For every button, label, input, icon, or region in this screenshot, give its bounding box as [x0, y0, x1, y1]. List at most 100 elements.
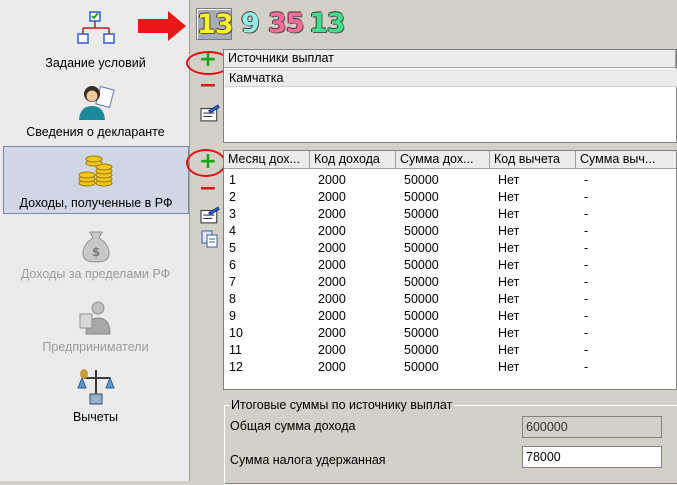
table-cell: 2	[229, 190, 236, 204]
tab-13-ndfl[interactable]: 13	[196, 8, 234, 40]
table-cell: 2000	[318, 224, 346, 238]
person-icon	[78, 85, 115, 120]
table-cell: Нет	[498, 258, 520, 272]
sidebar-item-label: Вычеты	[72, 410, 119, 424]
table-cell: 7	[229, 275, 236, 289]
sidebar: Задание условий Сведения о декларанте До…	[0, 0, 190, 481]
table-cell: 10	[229, 326, 243, 340]
svg-text:$: $	[91, 245, 99, 259]
table-cell: Нет	[498, 190, 520, 204]
table-cell: -	[584, 275, 589, 289]
tab-strip	[191, 0, 677, 44]
table-cell: -	[584, 258, 589, 272]
table-cell: 5	[229, 241, 236, 255]
sidebar-item-income-rf[interactable]: Доходы, полученные в РФ	[3, 146, 189, 214]
table-row[interactable]: 11 2000 50000 Нет -	[224, 342, 676, 359]
table-cell: 50000	[404, 173, 439, 187]
edit-income-button[interactable]	[199, 206, 221, 224]
column-header-income-code[interactable]: Код дохода	[310, 151, 396, 169]
table-cell: 50000	[404, 360, 439, 374]
table-row[interactable]: 2 2000 50000 Нет -	[224, 189, 676, 206]
tab-35[interactable]: 35	[268, 8, 305, 40]
remove-source-button[interactable]: −	[197, 75, 219, 97]
table-cell: Нет	[498, 173, 520, 187]
table-cell: Нет	[498, 292, 520, 306]
table-cell: 50000	[404, 275, 439, 289]
money-bag-icon: $	[81, 231, 110, 263]
table-cell: -	[584, 241, 589, 255]
sources-column-header[interactable]: Источники выплат	[224, 50, 676, 68]
table-cell: -	[584, 173, 589, 187]
table-cell: Нет	[498, 224, 520, 238]
table-cell: 2000	[318, 309, 346, 323]
table-cell: -	[584, 343, 589, 357]
tax-withheld-input[interactable]: 78000	[522, 446, 662, 468]
sidebar-item-label: Доходы за пределами РФ	[20, 267, 171, 281]
table-row[interactable]: 1 2000 50000 Нет -	[224, 172, 676, 189]
tax-withheld-label: Сумма налога удержанная	[230, 453, 386, 467]
table-row[interactable]: 10 2000 50000 Нет -	[224, 325, 676, 342]
table-cell: Нет	[498, 343, 520, 357]
totals-group: Итоговые суммы по источнику выплат Общая…	[220, 395, 677, 485]
table-cell: 50000	[404, 343, 439, 357]
table-row[interactable]: 6 2000 50000 Нет -	[224, 257, 676, 274]
table-cell: 50000	[404, 207, 439, 221]
tab-13-second[interactable]: 13	[309, 8, 346, 40]
table-row[interactable]: 8 2000 50000 Нет -	[224, 291, 676, 308]
table-row[interactable]: 9 2000 50000 Нет -	[224, 308, 676, 325]
sources-list: Источники выплат Камчатка	[223, 49, 677, 143]
remove-income-button[interactable]: −	[197, 178, 219, 200]
totals-legend: Итоговые суммы по источнику выплат	[229, 398, 455, 412]
edit-source-button[interactable]	[199, 104, 221, 122]
table-cell: 50000	[404, 309, 439, 323]
highlight-circle	[186, 149, 226, 177]
table-cell: Нет	[498, 326, 520, 340]
sidebar-item-label: Предприниматели	[42, 340, 149, 354]
sidebar-item-income-abroad[interactable]: $ Доходы за пределами РФ	[3, 222, 188, 286]
table-cell: 2000	[318, 241, 346, 255]
table-cell: -	[584, 224, 589, 238]
table-cell: 3	[229, 207, 236, 221]
scales-icon	[76, 369, 115, 405]
sidebar-item-label: Задание условий	[45, 56, 146, 70]
column-header-deduction-code[interactable]: Код вычета	[490, 151, 576, 169]
column-header-income-sum[interactable]: Сумма дох...	[396, 151, 490, 169]
table-cell: 12	[229, 360, 243, 374]
table-cell: 2000	[318, 190, 346, 204]
table-cell: 2000	[318, 343, 346, 357]
table-cell: 50000	[404, 292, 439, 306]
list-item[interactable]: Камчатка	[225, 69, 677, 87]
table-cell: Нет	[498, 207, 520, 221]
table-row[interactable]: 7 2000 50000 Нет -	[224, 274, 676, 291]
table-cell: Нет	[498, 360, 520, 374]
table-cell: 2000	[318, 173, 346, 187]
table-cell: 4	[229, 224, 236, 238]
table-cell: -	[584, 190, 589, 204]
sidebar-item-declarant[interactable]: Сведения о декларанте	[3, 78, 188, 142]
table-cell: Нет	[498, 241, 520, 255]
column-header-month[interactable]: Месяц дох...	[224, 151, 310, 169]
table-cell: 11	[229, 343, 242, 357]
sidebar-item-label: Доходы, полученные в РФ	[19, 196, 173, 210]
table-cell: -	[584, 309, 589, 323]
table-cell: -	[584, 292, 589, 306]
copy-income-button[interactable]	[199, 230, 221, 248]
table-cell: 2000	[318, 292, 346, 306]
table-cell: 2000	[318, 258, 346, 272]
table-row[interactable]: 5 2000 50000 Нет -	[224, 240, 676, 257]
table-cell: -	[584, 360, 589, 374]
table-cell: 2000	[318, 207, 346, 221]
total-income-field: 600000	[522, 416, 662, 438]
table-cell: 2000	[318, 326, 346, 340]
table-cell: 8	[229, 292, 236, 306]
income-table: Месяц дох... Код дохода Сумма дох... Код…	[223, 150, 677, 390]
sidebar-item-deductions[interactable]: Вычеты	[3, 362, 188, 428]
sidebar-item-entrepreneurs[interactable]: Предприниматели	[3, 292, 188, 358]
total-income-label: Общая сумма дохода	[230, 419, 356, 433]
tab-9[interactable]: 9	[241, 8, 260, 40]
table-cell: Нет	[498, 275, 520, 289]
table-row[interactable]: 4 2000 50000 Нет -	[224, 223, 676, 240]
column-header-deduction-sum[interactable]: Сумма выч...	[576, 151, 676, 169]
table-row[interactable]: 12 2000 50000 Нет -	[224, 359, 676, 376]
table-row[interactable]: 3 2000 50000 Нет -	[224, 206, 676, 223]
